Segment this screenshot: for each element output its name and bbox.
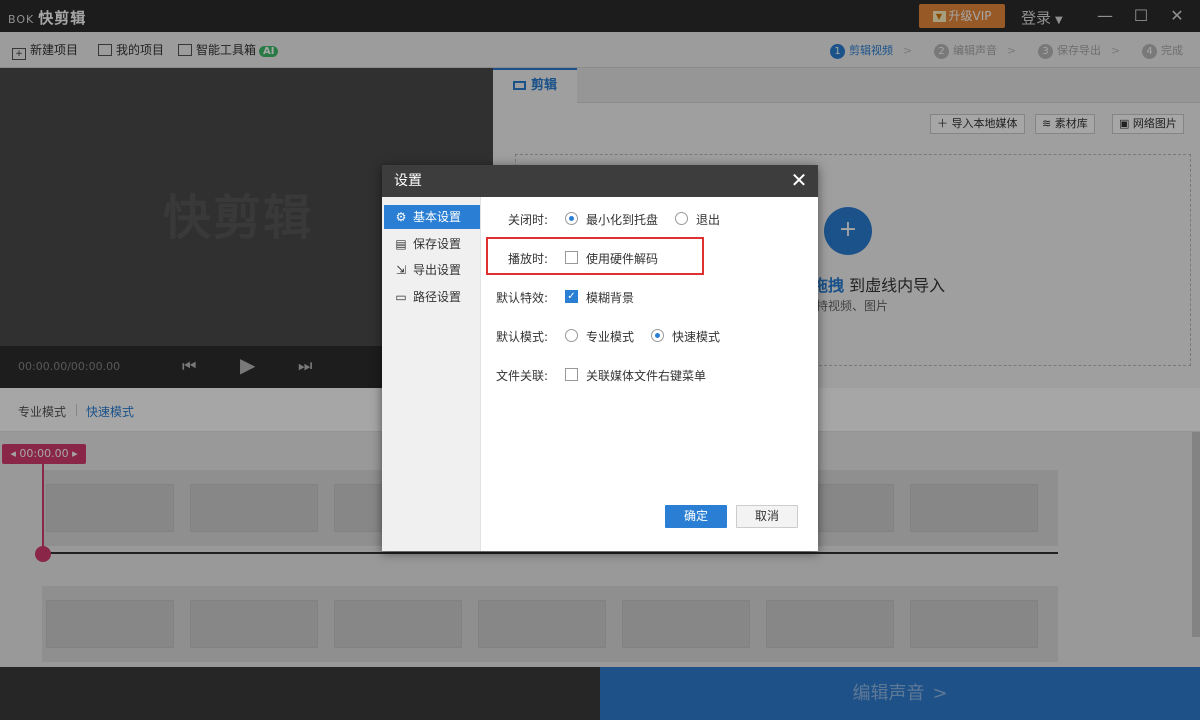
sidebar-item-label: 导出设置 [413, 263, 462, 277]
context-menu-checkbox[interactable] [565, 368, 578, 381]
minimize-to-tray-radio[interactable] [565, 212, 578, 225]
default-effect-label: 默认特效: [495, 291, 548, 305]
sidebar-item-label: 路径设置 [413, 290, 462, 304]
exit-radio[interactable] [675, 212, 688, 225]
dialog-title: 设置 [394, 173, 422, 189]
file-association-label: 文件关联: [495, 369, 548, 383]
save-icon: ▤ [395, 237, 407, 251]
pro-mode-label[interactable]: 专业模式 [586, 328, 634, 345]
blur-background-label[interactable]: 模糊背景 [586, 289, 634, 306]
folder-icon: ▭ [395, 290, 407, 304]
gear-icon: ⚙ [395, 210, 407, 224]
sidebar-item-save[interactable]: ▤ 保存设置 [384, 232, 480, 256]
sidebar-item-export[interactable]: ⇲ 导出设置 [384, 258, 480, 282]
close-icon: ✕ [790, 168, 808, 192]
sidebar-item-path[interactable]: ▭ 路径设置 [384, 285, 480, 309]
sidebar-item-label: 基本设置 [413, 210, 462, 224]
fast-mode-label[interactable]: 快速模式 [672, 328, 720, 345]
settings-sidebar: ⚙ 基本设置 ▤ 保存设置 ⇲ 导出设置 ▭ 路径设置 [382, 197, 481, 551]
ok-button[interactable]: 确定 [665, 505, 727, 528]
default-mode-label: 默认模式: [495, 330, 548, 344]
dialog-close-button[interactable]: ✕ [788, 169, 810, 191]
settings-dialog: 设置 ✕ ⚙ 基本设置 ▤ 保存设置 ⇲ 导出设置 ▭ 路径设置 关闭时: 最小化到托盘… [382, 165, 818, 551]
pro-mode-radio[interactable] [565, 329, 578, 342]
close-behavior-label: 关闭时: [507, 213, 548, 227]
sidebar-item-basic[interactable]: ⚙ 基本设置 [384, 205, 480, 229]
hardware-decode-label[interactable]: 使用硬件解码 [586, 250, 658, 267]
minimize-to-tray-label[interactable]: 最小化到托盘 [586, 211, 658, 228]
export-icon: ⇲ [395, 263, 407, 277]
sidebar-item-label: 保存设置 [413, 237, 462, 251]
hardware-decode-checkbox[interactable] [565, 251, 578, 264]
play-label: 播放时: [507, 252, 548, 266]
exit-label[interactable]: 退出 [696, 211, 720, 228]
cancel-button[interactable]: 取消 [736, 505, 798, 528]
blur-background-checkbox[interactable]: ✓ [565, 290, 578, 303]
dialog-title-bar: 设置 [382, 165, 818, 197]
fast-mode-radio[interactable] [651, 329, 664, 342]
context-menu-label[interactable]: 关联媒体文件右键菜单 [586, 367, 706, 384]
checkmark-icon: ✓ [567, 291, 576, 302]
